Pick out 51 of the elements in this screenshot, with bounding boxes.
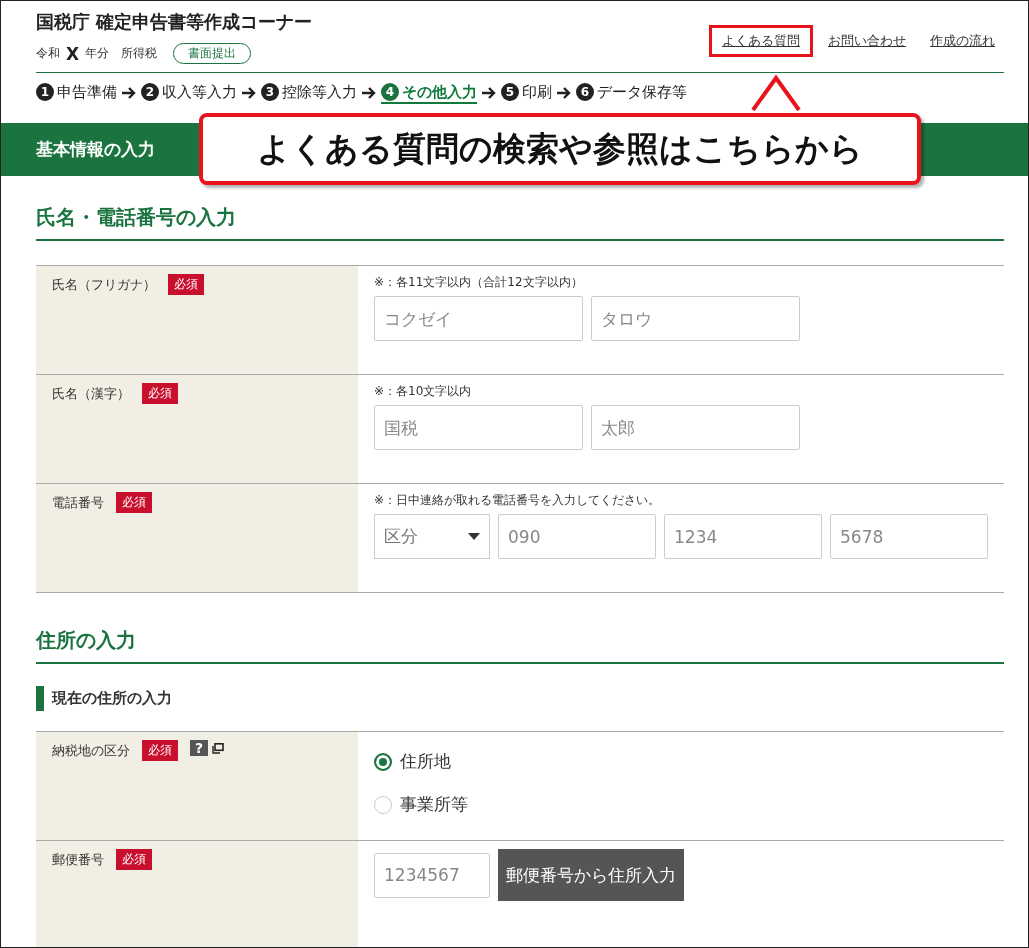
- input-field[interactable]: 国税: [374, 405, 583, 450]
- arrow-icon: [481, 86, 497, 100]
- year-suffix: 年分: [85, 45, 110, 62]
- input-field[interactable]: 1234567: [374, 852, 490, 898]
- header-link[interactable]: お問い合わせ: [819, 25, 915, 57]
- field-label: 郵便番号: [52, 851, 104, 869]
- arrow-icon: [556, 86, 572, 100]
- input-field[interactable]: タロウ: [591, 296, 800, 341]
- input-field[interactable]: 5678: [830, 514, 988, 559]
- subsection-heading: 現在の住所の入力: [36, 686, 1004, 711]
- section-heading: 住所の入力: [36, 593, 1004, 664]
- input-field[interactable]: コクゼイ: [374, 296, 583, 341]
- caret-icon: [468, 533, 480, 540]
- radio-label[interactable]: 事業所等: [400, 793, 468, 816]
- field-label: 納税地の区分: [52, 742, 130, 760]
- hint-text: ※：各11文字以内（合計12文字以内）: [374, 274, 584, 291]
- field-label: 氏名（漢字）: [52, 385, 130, 403]
- year-value: X: [66, 43, 80, 64]
- radio-label[interactable]: 住所地: [400, 750, 451, 773]
- field-label: 電話番号: [52, 494, 104, 512]
- step-item: 2 収入等入力: [141, 82, 237, 104]
- step-item: 5 印刷: [501, 82, 552, 104]
- radio-button[interactable]: [374, 752, 392, 771]
- input-field[interactable]: 太郎: [591, 405, 800, 450]
- select-field[interactable]: 区分: [374, 514, 490, 559]
- step-item: 4 その他入力: [381, 82, 477, 104]
- step-item: 1 申告準備: [36, 82, 117, 104]
- arrow-icon: [241, 86, 257, 100]
- arrow-icon: [361, 86, 377, 100]
- arrow-icon: [121, 86, 137, 100]
- required-tag: 必須: [142, 740, 178, 761]
- site-title: 国税庁 確定申告書等作成コーナー: [36, 10, 313, 34]
- era-label: 令和: [36, 45, 60, 62]
- required-tag: 必須: [116, 849, 152, 870]
- tax-type: 所得税: [121, 45, 158, 62]
- page-heading: 基本情報の入力: [36, 138, 155, 161]
- field-label: 氏名（フリガナ）: [52, 276, 156, 294]
- required-tag: 必須: [142, 383, 178, 404]
- input-field[interactable]: 090: [498, 514, 656, 559]
- step-item: 3 控除等入力: [261, 82, 357, 104]
- input-field[interactable]: 1234: [664, 514, 822, 559]
- help-button[interactable]: ?: [190, 740, 209, 756]
- new-window-icon[interactable]: [212, 743, 225, 754]
- required-tag: 必須: [116, 492, 152, 513]
- header-link[interactable]: よくある質問: [709, 25, 813, 57]
- step-item: 6 データ保存等: [576, 82, 687, 104]
- hint-text: ※：各10文字以内: [374, 383, 473, 400]
- required-tag: 必須: [168, 274, 204, 295]
- address-lookup-button[interactable]: 郵便番号から住所入力: [498, 849, 684, 901]
- hint-text: ※：日中連絡が取れる電話番号を入力してください。: [374, 492, 662, 509]
- header-link[interactable]: 作成の流れ: [921, 25, 1004, 57]
